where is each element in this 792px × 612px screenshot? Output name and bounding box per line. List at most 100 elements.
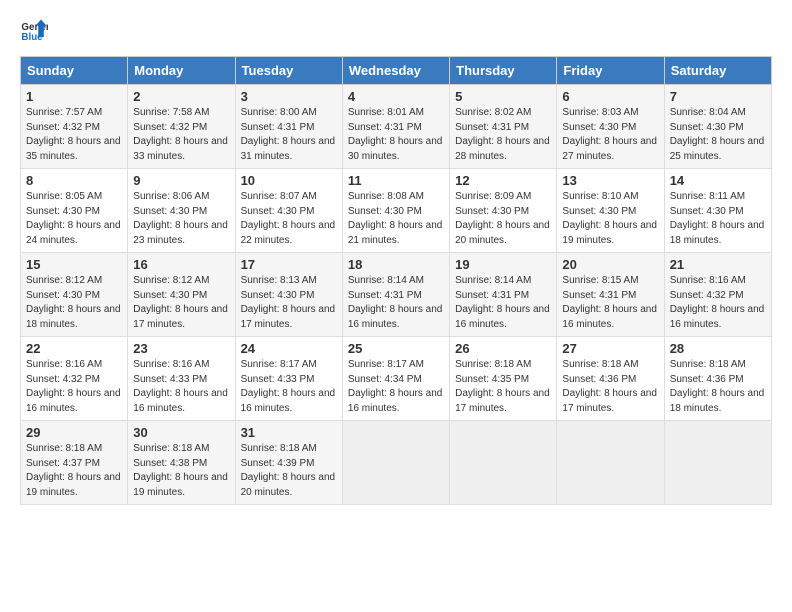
day-number: 30: [133, 425, 229, 440]
calendar-cell: 24 Sunrise: 8:17 AMSunset: 4:33 PMDayligh…: [235, 337, 342, 421]
day-info: Sunrise: 8:03 AMSunset: 4:30 PMDaylight:…: [562, 107, 657, 162]
day-number: 11: [348, 173, 444, 188]
calendar-cell: 23 Sunrise: 8:16 AMSunset: 4:33 PMDayligh…: [128, 337, 235, 421]
day-info: Sunrise: 8:17 AMSunset: 4:33 PMDaylight:…: [241, 359, 336, 414]
day-info: Sunrise: 8:10 AMSunset: 4:30 PMDaylight:…: [562, 191, 657, 246]
calendar-row: 1Sunrise: 7:57 AMSunset: 4:32 PMDaylight…: [21, 85, 772, 169]
calendar-cell: 27 Sunrise: 8:18 AMSunset: 4:36 PMDayligh…: [557, 337, 664, 421]
day-number: 24: [241, 341, 337, 356]
day-number: 1: [26, 89, 122, 104]
calendar-cell: 6 Sunrise: 8:03 AMSunset: 4:30 PMDaylight…: [557, 85, 664, 169]
calendar-cell: 2 Sunrise: 7:58 AMSunset: 4:32 PMDaylight…: [128, 85, 235, 169]
calendar-cell: [664, 421, 771, 505]
header-sunday: Sunday: [21, 57, 128, 85]
calendar-cell: 22 Sunrise: 8:16 AMSunset: 4:32 PMDayligh…: [21, 337, 128, 421]
calendar-cell: 17Sunrise: 8:13 AMSunset: 4:30 PMDayligh…: [235, 253, 342, 337]
day-info: Sunrise: 7:58 AMSunset: 4:32 PMDaylight:…: [133, 107, 228, 162]
calendar-cell: 25Sunrise: 8:17 AMSunset: 4:34 PMDayligh…: [342, 337, 449, 421]
calendar-cell: [450, 421, 557, 505]
day-number: 14: [670, 173, 766, 188]
day-info: Sunrise: 8:18 AMSunset: 4:36 PMDaylight:…: [562, 359, 657, 414]
calendar-cell: 20 Sunrise: 8:15 AMSunset: 4:31 PMDayligh…: [557, 253, 664, 337]
calendar-table: Sunday Monday Tuesday Wednesday Thursday…: [20, 56, 772, 505]
day-info: Sunrise: 8:16 AMSunset: 4:32 PMDaylight:…: [26, 359, 121, 414]
calendar-cell: 21 Sunrise: 8:16 AMSunset: 4:32 PMDayligh…: [664, 253, 771, 337]
day-number: 23: [133, 341, 229, 356]
calendar-cell: 31 Sunrise: 8:18 AMSunset: 4:39 PMDayligh…: [235, 421, 342, 505]
day-number: 27: [562, 341, 658, 356]
day-info: Sunrise: 8:18 AMSunset: 4:39 PMDaylight:…: [241, 443, 336, 498]
day-number: 18: [348, 257, 444, 272]
day-number: 31: [241, 425, 337, 440]
day-info: Sunrise: 8:11 AMSunset: 4:30 PMDaylight:…: [670, 191, 765, 246]
header-friday: Friday: [557, 57, 664, 85]
calendar-row: 22 Sunrise: 8:16 AMSunset: 4:32 PMDayligh…: [21, 337, 772, 421]
calendar-cell: 9Sunrise: 8:06 AMSunset: 4:30 PMDaylight…: [128, 169, 235, 253]
day-info: Sunrise: 8:16 AMSunset: 4:33 PMDaylight:…: [133, 359, 228, 414]
day-number: 22: [26, 341, 122, 356]
calendar-cell: 16 Sunrise: 8:12 AMSunset: 4:30 PMDayligh…: [128, 253, 235, 337]
calendar-cell: 26Sunrise: 8:18 AMSunset: 4:35 PMDayligh…: [450, 337, 557, 421]
day-info: Sunrise: 8:18 AMSunset: 4:38 PMDaylight:…: [133, 443, 228, 498]
calendar-cell: 13Sunrise: 8:10 AMSunset: 4:30 PMDayligh…: [557, 169, 664, 253]
day-info: Sunrise: 8:02 AMSunset: 4:31 PMDaylight:…: [455, 107, 550, 162]
header-tuesday: Tuesday: [235, 57, 342, 85]
day-number: 20: [562, 257, 658, 272]
logo-icon: General Blue: [20, 16, 48, 44]
calendar-cell: 28 Sunrise: 8:18 AMSunset: 4:36 PMDayligh…: [664, 337, 771, 421]
day-number: 26: [455, 341, 551, 356]
calendar-cell: 10 Sunrise: 8:07 AMSunset: 4:30 PMDayligh…: [235, 169, 342, 253]
calendar-cell: 18 Sunrise: 8:14 AMSunset: 4:31 PMDayligh…: [342, 253, 449, 337]
calendar-cell: 4 Sunrise: 8:01 AMSunset: 4:31 PMDaylight…: [342, 85, 449, 169]
day-number: 5: [455, 89, 551, 104]
calendar-row: 15 Sunrise: 8:12 AMSunset: 4:30 PMDayligh…: [21, 253, 772, 337]
calendar-cell: [557, 421, 664, 505]
calendar-cell: 11Sunrise: 8:08 AMSunset: 4:30 PMDayligh…: [342, 169, 449, 253]
day-number: 6: [562, 89, 658, 104]
day-info: Sunrise: 8:16 AMSunset: 4:32 PMDaylight:…: [670, 275, 765, 330]
calendar-header-row: Sunday Monday Tuesday Wednesday Thursday…: [21, 57, 772, 85]
day-number: 7: [670, 89, 766, 104]
day-info: Sunrise: 8:07 AMSunset: 4:30 PMDaylight:…: [241, 191, 336, 246]
calendar-cell: 12 Sunrise: 8:09 AMSunset: 4:30 PMDayligh…: [450, 169, 557, 253]
day-info: Sunrise: 8:12 AMSunset: 4:30 PMDaylight:…: [26, 275, 121, 330]
calendar-cell: [342, 421, 449, 505]
day-info: Sunrise: 8:14 AMSunset: 4:31 PMDaylight:…: [455, 275, 550, 330]
day-info: Sunrise: 8:12 AMSunset: 4:30 PMDaylight:…: [133, 275, 228, 330]
calendar-cell: 15 Sunrise: 8:12 AMSunset: 4:30 PMDayligh…: [21, 253, 128, 337]
day-number: 15: [26, 257, 122, 272]
day-info: Sunrise: 8:18 AMSunset: 4:36 PMDaylight:…: [670, 359, 765, 414]
calendar-cell: 7Sunrise: 8:04 AMSunset: 4:30 PMDaylight…: [664, 85, 771, 169]
day-info: Sunrise: 8:18 AMSunset: 4:37 PMDaylight:…: [26, 443, 121, 498]
day-number: 10: [241, 173, 337, 188]
day-info: Sunrise: 8:15 AMSunset: 4:31 PMDaylight:…: [562, 275, 657, 330]
day-number: 21: [670, 257, 766, 272]
day-info: Sunrise: 8:01 AMSunset: 4:31 PMDaylight:…: [348, 107, 443, 162]
calendar-cell: 5 Sunrise: 8:02 AMSunset: 4:31 PMDaylight…: [450, 85, 557, 169]
calendar-cell: 3 Sunrise: 8:00 AMSunset: 4:31 PMDaylight…: [235, 85, 342, 169]
day-info: Sunrise: 8:05 AMSunset: 4:30 PMDaylight:…: [26, 191, 121, 246]
calendar-cell: 14 Sunrise: 8:11 AMSunset: 4:30 PMDayligh…: [664, 169, 771, 253]
day-number: 9: [133, 173, 229, 188]
day-number: 2: [133, 89, 229, 104]
logo: General Blue: [20, 16, 48, 44]
day-info: Sunrise: 8:14 AMSunset: 4:31 PMDaylight:…: [348, 275, 443, 330]
day-number: 3: [241, 89, 337, 104]
calendar-row: 8 Sunrise: 8:05 AMSunset: 4:30 PMDaylight…: [21, 169, 772, 253]
day-number: 12: [455, 173, 551, 188]
day-number: 16: [133, 257, 229, 272]
calendar-cell: 30 Sunrise: 8:18 AMSunset: 4:38 PMDayligh…: [128, 421, 235, 505]
day-number: 28: [670, 341, 766, 356]
day-number: 17: [241, 257, 337, 272]
day-info: Sunrise: 8:09 AMSunset: 4:30 PMDaylight:…: [455, 191, 550, 246]
day-info: Sunrise: 8:00 AMSunset: 4:31 PMDaylight:…: [241, 107, 336, 162]
header-monday: Monday: [128, 57, 235, 85]
day-number: 29: [26, 425, 122, 440]
day-number: 19: [455, 257, 551, 272]
header-thursday: Thursday: [450, 57, 557, 85]
calendar-row: 29 Sunrise: 8:18 AMSunset: 4:37 PMDayligh…: [21, 421, 772, 505]
day-number: 8: [26, 173, 122, 188]
calendar-cell: 8 Sunrise: 8:05 AMSunset: 4:30 PMDaylight…: [21, 169, 128, 253]
day-number: 4: [348, 89, 444, 104]
header-wednesday: Wednesday: [342, 57, 449, 85]
